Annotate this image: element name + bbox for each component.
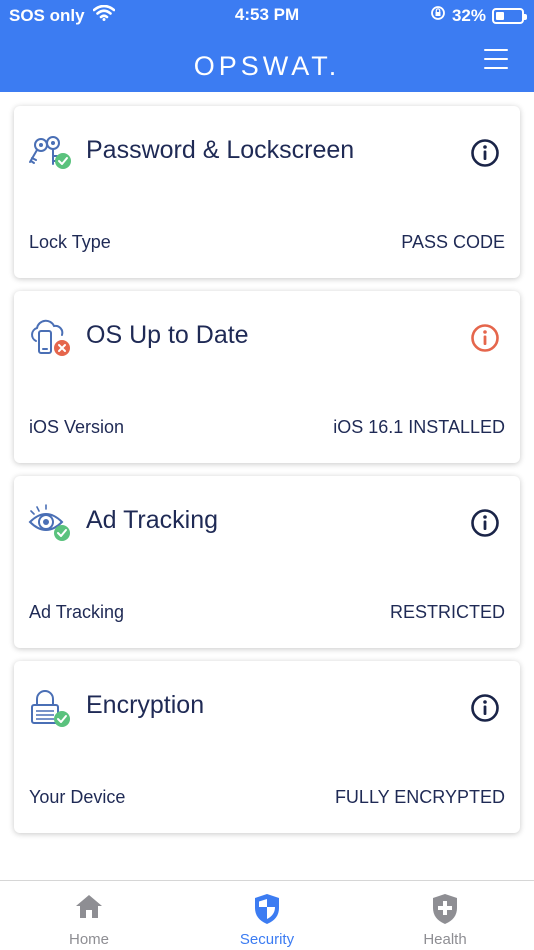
info-icon[interactable] [470, 693, 500, 723]
row-label: iOS Version [29, 417, 125, 437]
status-bar: SOS only 4:53 PM 32% [0, 0, 534, 32]
row-value: PASS CODE [401, 232, 505, 252]
row-value: iOS 16.1 INSTALLED [333, 417, 505, 437]
menu-line [484, 67, 508, 69]
card-ad-tracking[interactable]: Ad Tracking Ad Tracking RESTRICTED [14, 476, 520, 648]
card-title: OS Up to Date [86, 321, 249, 349]
health-shield-icon [433, 894, 457, 924]
tab-security[interactable]: Security [178, 881, 356, 950]
nav-bar: OPSWAT. [0, 32, 534, 92]
hamburger-menu-icon[interactable] [484, 49, 508, 69]
menu-line [484, 58, 508, 60]
status-right: 32% [430, 5, 527, 26]
cloud-phone-icon [28, 319, 74, 359]
tab-label: Health [423, 931, 467, 948]
card-password-lockscreen[interactable]: Password & Lockscreen Lock Type PASS COD… [14, 106, 520, 278]
header: SOS only 4:53 PM 32% OPSWAT. [0, 0, 534, 92]
menu-line [484, 49, 508, 51]
security-list[interactable]: Password & Lockscreen Lock Type PASS COD… [0, 92, 534, 880]
info-icon[interactable] [470, 508, 500, 538]
row-label: Lock Type [29, 232, 111, 252]
tab-home[interactable]: Home [0, 881, 178, 950]
tab-bar: Home Security Health [0, 880, 534, 950]
card-title: Encryption [86, 691, 205, 719]
battery-level [496, 11, 504, 20]
battery-percent: 32% [451, 5, 486, 25]
row-label: Ad Tracking [29, 602, 125, 622]
row-label: Your Device [29, 787, 126, 807]
tab-label: Home [68, 931, 109, 948]
padlock-icon [28, 689, 74, 729]
brand-logo: OPSWAT. [193, 51, 341, 81]
orientation-lock-icon [430, 5, 446, 26]
card-title: Ad Tracking [86, 506, 219, 534]
card-os-up-to-date[interactable]: OS Up to Date iOS Version iOS 16.1 INSTA… [14, 291, 520, 463]
battery-icon [492, 7, 527, 24]
info-icon[interactable] [470, 323, 500, 353]
tab-label: Security [239, 931, 295, 948]
home-icon [76, 895, 102, 918]
app-screen: SOS only 4:53 PM 32% OPSWAT. Password & … [0, 0, 534, 950]
tab-health[interactable]: Health [356, 881, 534, 950]
row-value: RESTRICTED [389, 602, 505, 622]
eye-icon [28, 504, 74, 544]
card-encryption[interactable]: Encryption Your Device FULLY ENCRYPTED [14, 661, 520, 833]
keys-icon [28, 134, 74, 174]
card-title: Password & Lockscreen [86, 136, 355, 164]
row-value: FULLY ENCRYPTED [334, 787, 505, 807]
info-icon[interactable] [470, 138, 500, 168]
shield-icon [255, 894, 279, 924]
